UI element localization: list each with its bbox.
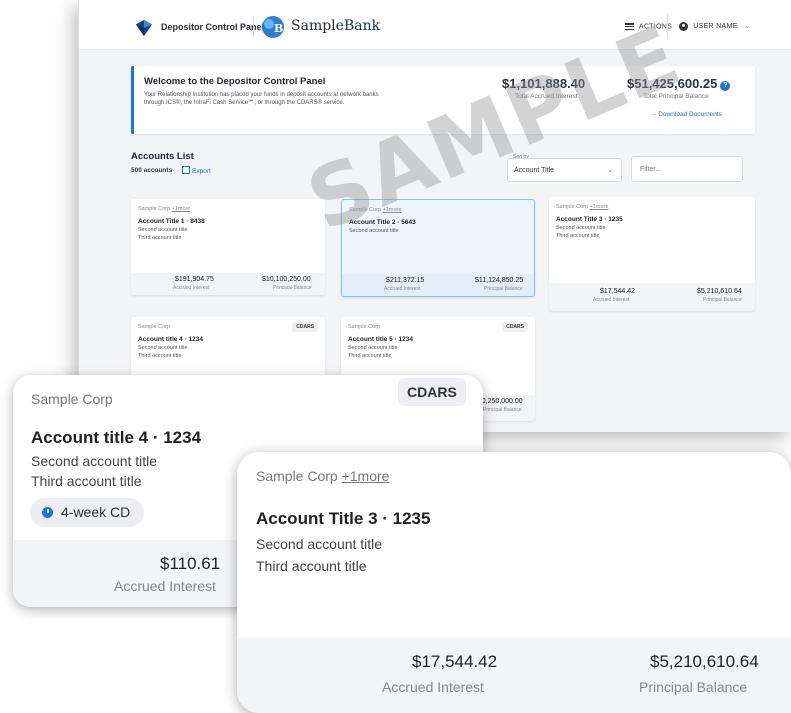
principal-balance-label: Principal Balance [703, 297, 742, 303]
export-icon [182, 166, 190, 174]
zoomed-account-card-3[interactable]: Sample Corp +1more Account Title 3 · 123… [237, 452, 791, 713]
accounts-list-title: Accounts List [131, 151, 194, 162]
clock-icon [42, 507, 53, 518]
depositor-control-panel-window: Depositor Control Panel B SampleBank ACT… [78, 0, 791, 432]
principal-balance-value: $5,210,610.64 [650, 652, 759, 671]
help-icon[interactable]: ? [720, 81, 731, 91]
account-subtitle: Second account title [256, 536, 383, 552]
account-card-footer: $191,904.75 Accrued Interest $10,100,250… [131, 273, 325, 295]
export-label: Export [192, 168, 211, 175]
account-subtitle: Third account title [556, 233, 600, 239]
welcome-title: Welcome to the Depositor Control Panel [144, 76, 326, 87]
account-title: Account title 4 · 1234 [31, 428, 202, 447]
account-card-footer: $17,544.42 Accrued Interest $5,210,610.6… [549, 283, 755, 311]
accrued-interest-value: $211,372.15 [386, 277, 425, 284]
user-name: USER NAME [693, 23, 738, 30]
bank-name: SampleBank [291, 18, 381, 34]
more-owners-link[interactable]: +1more [590, 204, 609, 210]
account-corp: Sample Corp +1more [556, 204, 608, 210]
accounts-count: 500 accounts [131, 167, 173, 174]
corp-name: Sample Corp [256, 468, 338, 484]
account-subtitle: Third account title [31, 473, 142, 489]
principal-balance-value: $11,124,850.25 [475, 277, 524, 284]
bank-logo-icon: B [262, 16, 284, 38]
more-owners-link[interactable]: +1more [342, 468, 390, 484]
cdars-badge: CDARS [398, 378, 466, 406]
accrued-interest-label: Accrued Interest [384, 286, 421, 292]
corp-name: Sample Corp [138, 206, 171, 212]
corp-name: Sample Corp [556, 204, 589, 210]
more-owners-link[interactable]: +1more [172, 206, 191, 212]
account-corp: Sample Corp [348, 324, 380, 330]
principal-balance-label: Principal Balance [273, 285, 312, 291]
chevron-down-icon: ⌄ [743, 21, 751, 30]
user-menu-button[interactable]: USER NAME ⌄ [679, 21, 751, 31]
account-title: Account title 5 · 1234 [348, 336, 414, 343]
account-corp: Sample Corp +1more [256, 468, 389, 484]
account-subtitle: Second account title [348, 345, 398, 351]
account-card-footer: $211,372.15 Accrued Interest $11,124,850… [342, 274, 534, 296]
cdars-badge: CDARS [502, 322, 528, 332]
account-corp: Sample Corp [31, 391, 113, 407]
accrued-interest-value: $110.61 [160, 554, 221, 573]
account-subtitle: Second account title [556, 225, 606, 231]
account-card-1[interactable]: Sample Corp +1more Account Title 1 · 843… [131, 199, 325, 295]
svg-text:B: B [274, 22, 283, 35]
account-title: Account Title 1 · 8438 [138, 218, 205, 225]
brand-name[interactable]: Depositor Control Panel [161, 22, 264, 32]
account-subtitle: Third account title [256, 558, 367, 574]
cdars-badge: CDARS [292, 322, 318, 332]
account-card-3[interactable]: Sample Corp +1more Account Title 3 · 123… [549, 197, 755, 311]
principal-balance-label: Principal Balance [484, 286, 523, 292]
filter-input[interactable]: Filter... [631, 156, 743, 182]
header-divider [253, 16, 254, 38]
account-subtitle: Third account title [138, 235, 182, 241]
principal-balance-value: $5,210,610.64 [697, 288, 742, 295]
user-icon [679, 21, 688, 31]
corp-name: Sample Corp [348, 324, 381, 330]
account-card-footer: $17,544.42 Accrued Interest $5,210,610.6… [237, 638, 791, 713]
welcome-body: Your Relationship Institution has placed… [144, 92, 379, 106]
download-documents-link[interactable]: → Download Documents [650, 111, 722, 118]
account-subtitle: Second account title [138, 227, 188, 233]
accrued-interest-value: $17,544.42 [600, 288, 636, 295]
account-title: Account Title 3 · 1235 [256, 509, 431, 528]
account-corp: Sample Corp [138, 324, 170, 330]
principal-balance-label: Principal Balance [639, 679, 748, 695]
accrued-interest-value: $191,904.75 [175, 276, 214, 283]
account-corp: Sample Corp +1more [138, 206, 190, 212]
cd-term-label: 4-week CD [61, 504, 131, 520]
top-bar: Depositor Control Panel B SampleBank ACT… [79, 0, 791, 50]
principal-balance-label: Principal Balance [483, 407, 522, 413]
accrued-interest-label: Accrued Interest [382, 679, 484, 695]
accrued-interest-label: Accrued Interest [114, 578, 216, 594]
chevron-down-icon: ⌄ [607, 167, 613, 174]
account-title: Account title 4 · 1234 [138, 336, 204, 343]
stage: Depositor Control Panel B SampleBank ACT… [0, 0, 791, 713]
export-button[interactable]: Export [182, 166, 211, 175]
accrued-interest-label: Accrued Interest [593, 297, 630, 303]
account-subtitle: Second account title [31, 453, 158, 469]
accrued-interest-value: $17,544.42 [412, 652, 498, 671]
principal-balance-value: $10,100,250.00 [262, 276, 311, 283]
corp-name: Sample Corp [138, 324, 171, 330]
cd-term-chip: 4-week CD [30, 498, 145, 527]
account-subtitle: Third account title [348, 353, 392, 359]
account-title: Account Title 3 · 1235 [556, 216, 623, 223]
accrued-interest-label: Accrued Interest [173, 285, 210, 291]
account-subtitle: Third account title [138, 353, 182, 359]
account-subtitle: Second account title [138, 345, 188, 351]
brand-logo-icon[interactable] [135, 19, 153, 37]
